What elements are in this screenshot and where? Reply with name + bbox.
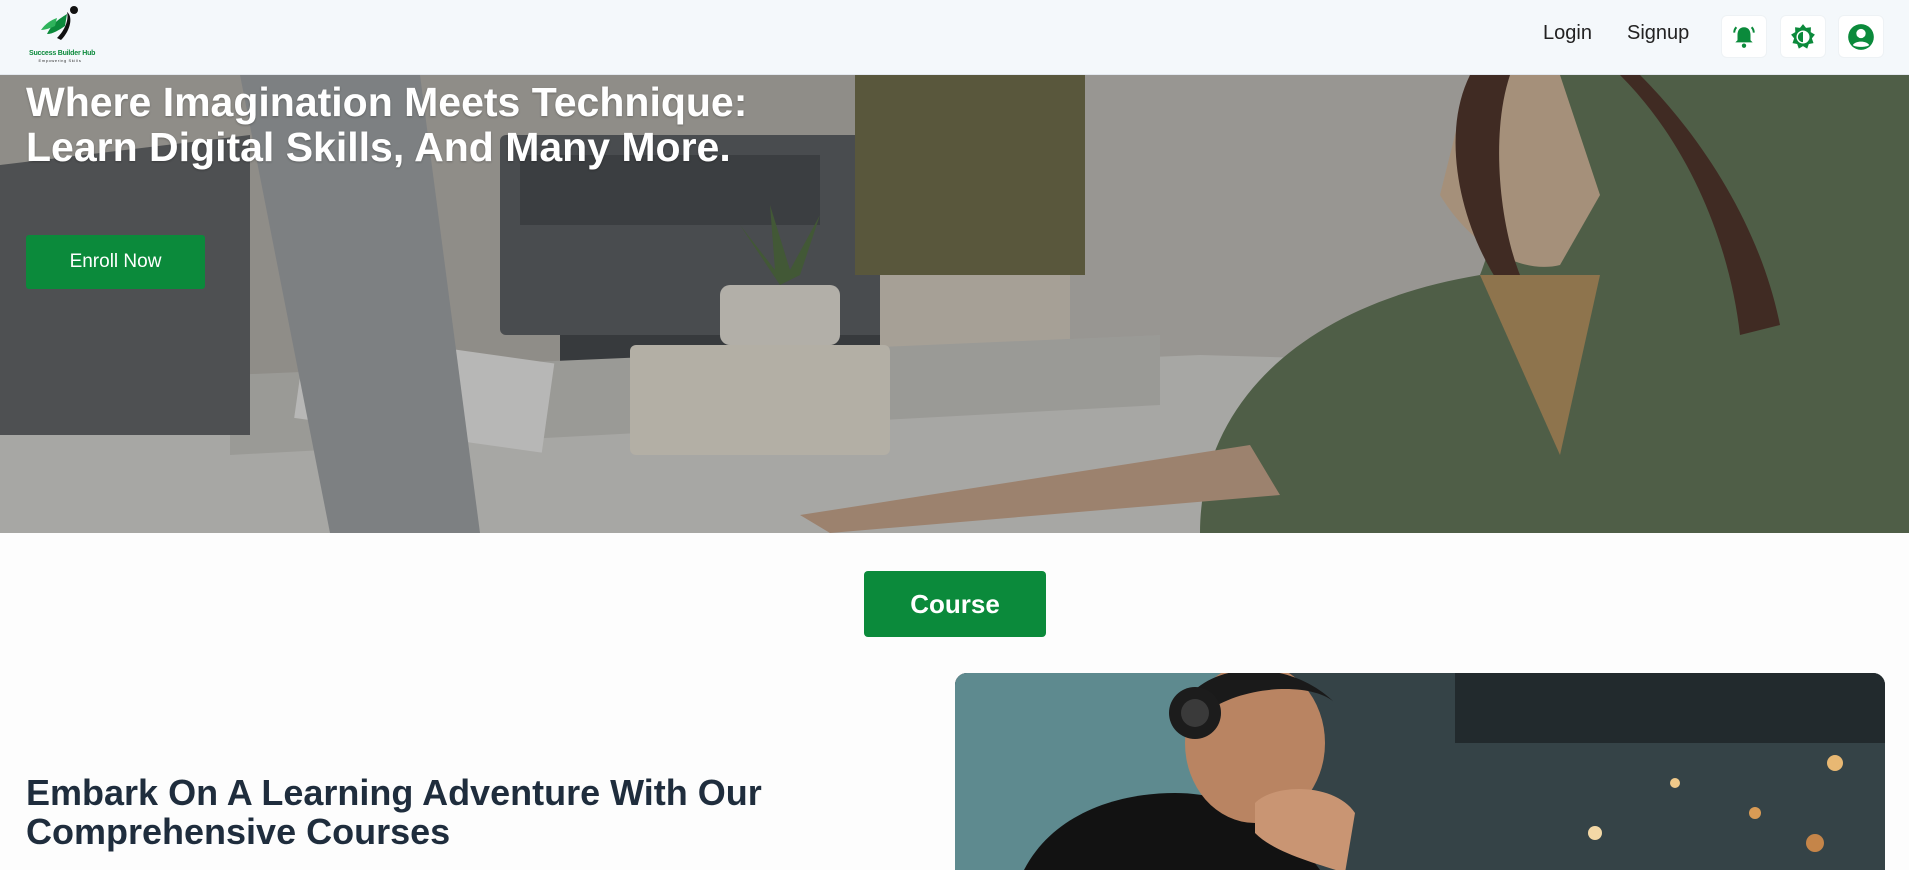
hero-title-line-2: Learn Digital Skills, And Many More.	[26, 124, 731, 170]
courses-heading-line-2: Comprehensive Courses	[26, 811, 451, 852]
student-with-headphones-image	[955, 673, 1885, 870]
user-account-button[interactable]	[1838, 15, 1884, 58]
theme-toggle-icon	[1791, 23, 1815, 49]
notifications-button[interactable]	[1721, 15, 1767, 58]
logo-title: Success Builder Hub	[29, 50, 96, 57]
login-link[interactable]: Login	[1543, 22, 1592, 45]
hero-banner: Where Imagination Meets Technique: Learn…	[0, 75, 1909, 533]
course-button[interactable]: Course	[864, 571, 1046, 637]
courses-section-heading: Embark On A Learning Adventure With Our …	[26, 773, 926, 851]
signup-link[interactable]: Signup	[1627, 22, 1689, 45]
courses-heading-line-1: Embark On A Learning Adventure With Our	[26, 772, 762, 813]
hero-title: Where Imagination Meets Technique: Learn…	[26, 80, 926, 170]
hero-title-line-1: Where Imagination Meets Technique:	[26, 79, 748, 125]
brand-logo[interactable]: Success Builder Hub Empowering Skills	[27, 4, 96, 64]
logo-mark-icon	[41, 6, 78, 40]
bell-icon	[1733, 26, 1755, 48]
course-feature-image	[955, 673, 1885, 870]
theme-toggle-button[interactable]	[1780, 15, 1826, 58]
logo-subtitle: Empowering Skills	[38, 58, 82, 63]
user-account-icon	[1848, 23, 1874, 50]
enroll-now-button[interactable]: Enroll Now	[26, 235, 205, 289]
site-header: Success Builder Hub Empowering Skills Lo…	[0, 0, 1909, 75]
